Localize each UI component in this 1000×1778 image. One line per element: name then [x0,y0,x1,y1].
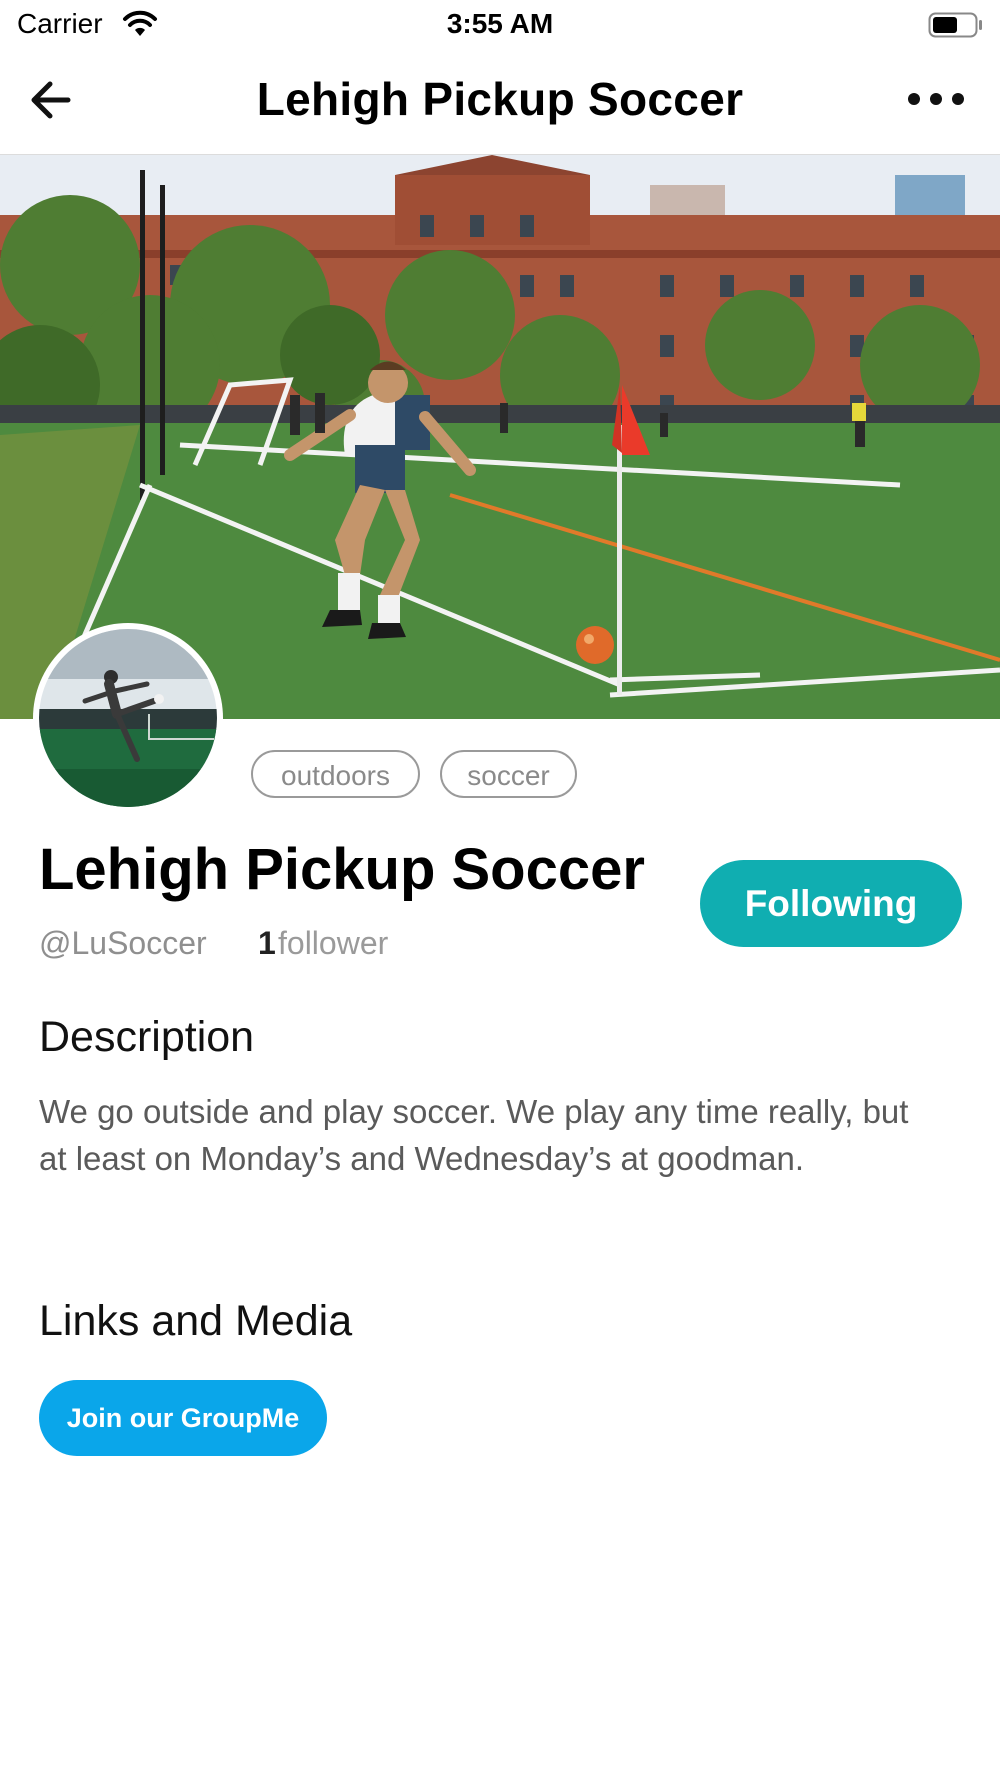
tag-outdoors[interactable]: outdoors [251,750,420,798]
avatar-image [39,629,217,807]
avatar[interactable] [33,623,223,813]
page-title: Lehigh Pickup Soccer [256,73,744,125]
status-bar: Carrier 3:55 AM [0,0,1000,50]
tag-soccer[interactable]: soccer [440,750,577,798]
navigation-bar: Lehigh Pickup Soccer [0,50,1000,155]
description-heading: Description [39,1013,255,1061]
group-handle: @LuSoccer [39,925,207,961]
ellipsis-icon [908,93,964,105]
join-groupme-link-button[interactable]: Join our GroupMe [39,1380,327,1456]
follower-label: follower [278,925,389,961]
follower-count: 1 [258,925,276,961]
description-text: We go outside and play soccer. We play a… [39,1093,909,1177]
group-name: Lehigh Pickup Soccer [39,837,645,902]
more-options-button[interactable] [900,84,972,114]
clock-time: 3:55 AM [446,8,554,39]
following-button[interactable]: Following [700,860,962,947]
battery-icon [928,12,982,38]
links-and-media-heading: Links and Media [39,1297,353,1345]
